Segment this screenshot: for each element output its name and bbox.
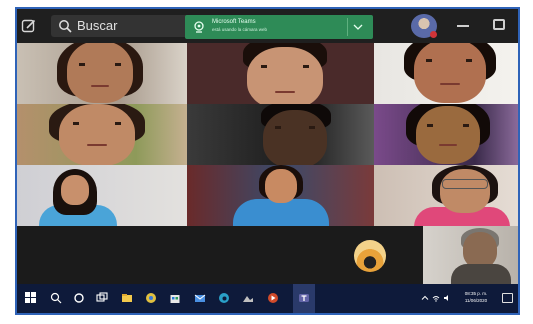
participant-mouth: [91, 85, 109, 87]
participant-eyes: [427, 124, 469, 127]
teams-icon[interactable]: [298, 292, 310, 304]
search-taskbar-icon[interactable]: [50, 292, 62, 304]
participant-mouth: [275, 91, 295, 93]
windows-taskbar: 08:35 p. m. 11/06/2020: [17, 284, 518, 313]
participant-mouth: [440, 83, 460, 85]
participant-eyes: [73, 122, 121, 125]
participant-face: [265, 169, 297, 203]
taskbar-clock[interactable]: 08:35 p. m. 11/06/2020: [457, 290, 495, 304]
participant-video-3[interactable]: [374, 43, 518, 104]
participant-face: [59, 104, 135, 165]
self-video-preview[interactable]: [423, 226, 518, 284]
search-icon: [59, 20, 72, 33]
notification-title: Microsoft Teams: [212, 19, 256, 25]
cortana-icon[interactable]: [73, 292, 85, 304]
participant-video-4[interactable]: [17, 104, 187, 165]
maximize-button[interactable]: [493, 19, 505, 30]
media-icon[interactable]: [267, 292, 279, 304]
participant-face: [463, 232, 497, 268]
minimize-button[interactable]: [457, 25, 469, 27]
participant-shirt: [451, 264, 511, 284]
video-grid: [17, 43, 518, 226]
stage-bottom: [17, 226, 518, 284]
chevron-down-icon[interactable]: [353, 23, 363, 31]
participant-video-8[interactable]: [187, 165, 374, 226]
participant-face: [67, 43, 133, 103]
participant-eyes: [426, 59, 472, 62]
participant-mouth: [439, 144, 457, 146]
participant-face: [416, 106, 480, 164]
clock-time: 08:35 p. m.: [464, 291, 488, 296]
participant-video-6[interactable]: [374, 104, 518, 165]
participant-shirt: [233, 199, 329, 226]
notification-center-icon[interactable]: [502, 293, 513, 303]
participant-eyes: [275, 126, 315, 129]
windows-start-icon[interactable]: [25, 292, 37, 304]
search-input[interactable]: Buscar: [51, 15, 193, 37]
participant-video-5[interactable]: [187, 104, 374, 165]
chevron-up-icon[interactable]: [421, 294, 429, 302]
mail-icon[interactable]: [194, 292, 206, 304]
camera-in-use-notification[interactable]: Microsoft Teams está usando la cámara we…: [185, 15, 373, 39]
camera-icon: [194, 21, 204, 33]
search-placeholder: Buscar: [77, 18, 118, 33]
participant-mouth: [87, 144, 107, 146]
participant-video-1[interactable]: [17, 43, 187, 104]
wifi-icon[interactable]: [432, 294, 440, 302]
edge-icon[interactable]: [218, 292, 230, 304]
volume-icon[interactable]: [443, 294, 451, 302]
participant-avatar[interactable]: [354, 240, 386, 272]
task-view-icon[interactable]: [96, 292, 108, 304]
participant-face: [61, 175, 89, 205]
notification-subtitle: está usando la cámara web: [212, 27, 268, 32]
participant-face: [263, 110, 327, 165]
clock-date: 11/06/2020: [464, 298, 488, 303]
participant-eyes: [79, 63, 121, 66]
chrome-icon[interactable]: [145, 292, 157, 304]
presence-badge: [430, 31, 437, 38]
compose-icon[interactable]: [21, 18, 37, 34]
photos-icon[interactable]: [242, 292, 254, 304]
participant-face: [414, 43, 486, 103]
participant-eyes: [261, 65, 309, 68]
participant-face: [247, 47, 323, 104]
participant-glasses: [442, 179, 488, 189]
participant-video-2[interactable]: [187, 43, 374, 104]
notification-divider: [347, 18, 348, 36]
file-explorer-icon[interactable]: [121, 292, 133, 304]
teams-window: Buscar Microsoft Teams está usando la cá…: [15, 7, 520, 315]
participant-video-9[interactable]: [374, 165, 518, 226]
participant-video-7[interactable]: [17, 165, 187, 226]
participant-face: [440, 169, 490, 213]
title-bar: Buscar Microsoft Teams está usando la cá…: [17, 9, 518, 43]
store-icon[interactable]: [169, 292, 181, 304]
